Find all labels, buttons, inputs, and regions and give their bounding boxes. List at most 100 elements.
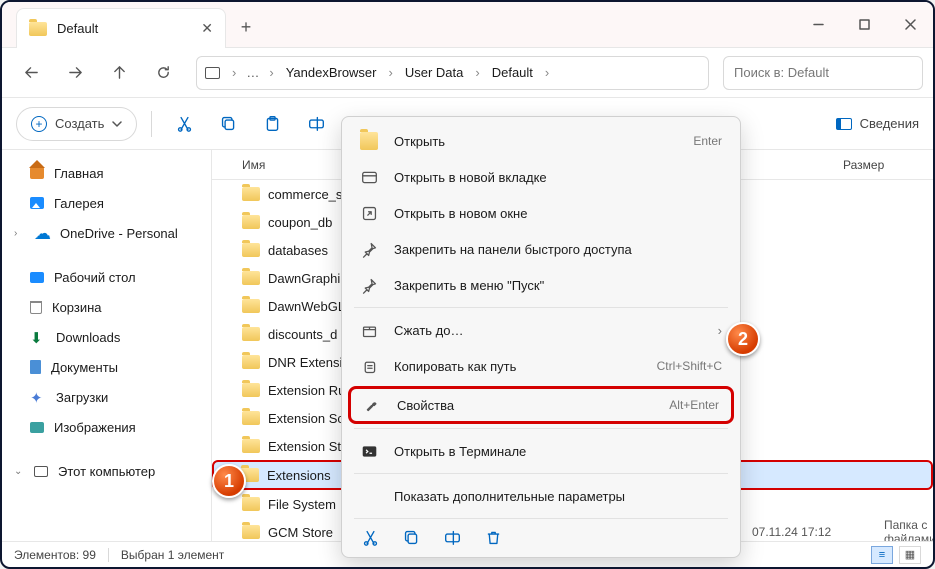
chevron-down-icon: [112, 119, 122, 129]
window-icon: [360, 204, 378, 222]
menu-compress[interactable]: Сжать до… ›: [342, 312, 740, 348]
crumb-userdata[interactable]: User Data: [401, 63, 468, 82]
copy-button[interactable]: [210, 107, 246, 141]
col-size[interactable]: Размер: [843, 158, 933, 172]
folder-icon: [242, 243, 260, 257]
pin-icon: [360, 276, 378, 294]
crumb-default[interactable]: Default: [488, 63, 537, 82]
document-icon: [30, 360, 41, 374]
monitor-icon: [205, 67, 220, 79]
file-date: 07.11.24 17:12: [752, 525, 831, 539]
search-placeholder: Поиск в: Default: [734, 65, 829, 80]
crumb-yandex[interactable]: YandexBrowser: [282, 63, 381, 82]
sidebar-item-desktop[interactable]: Рабочий стол: [6, 262, 207, 292]
menu-properties[interactable]: Свойства Alt+Enter: [348, 386, 734, 424]
folder-icon: [242, 187, 260, 201]
download-icon: ⬇: [30, 329, 46, 345]
file-name: DawnWebGL: [268, 299, 345, 314]
folder-icon: [242, 215, 260, 229]
sidebar-item-home[interactable]: Главная: [6, 158, 207, 188]
folder-icon: [242, 271, 260, 285]
menu-action-row: [342, 523, 740, 551]
sidebar-item-recycle[interactable]: Корзина: [6, 292, 207, 322]
new-tab-button[interactable]: +: [226, 8, 266, 47]
cut-button[interactable]: [166, 107, 202, 141]
close-window-button[interactable]: [887, 2, 933, 47]
view-details-button[interactable]: ≡: [871, 546, 893, 564]
nav-refresh-button[interactable]: [144, 56, 182, 90]
annotation-badge-1: 1: [212, 464, 246, 498]
search-input[interactable]: Поиск в: Default: [723, 56, 923, 90]
copy-path-icon: [360, 357, 378, 375]
file-type: Папка с файлами: [884, 518, 933, 541]
rename-button[interactable]: [298, 107, 334, 141]
maximize-button[interactable]: [841, 2, 887, 47]
sidebar-item-documents[interactable]: Документы: [6, 352, 207, 382]
nav-forward-button[interactable]: [56, 56, 94, 90]
terminal-icon: [360, 442, 378, 460]
folder-icon: [242, 497, 260, 511]
cloud-icon: ☁: [34, 225, 50, 241]
home-icon: [30, 167, 44, 179]
file-name: commerce_s: [268, 187, 342, 202]
cut-icon[interactable]: [362, 529, 379, 549]
file-name: Extension Ru: [268, 383, 345, 398]
menu-show-more[interactable]: Показать дополнительные параметры: [342, 478, 740, 514]
folder-icon: [242, 355, 260, 369]
view-grid-button[interactable]: ▦: [899, 546, 921, 564]
file-name: DNR Extensi: [268, 355, 342, 370]
menu-terminal[interactable]: Открыть в Терминале: [342, 433, 740, 469]
file-name: discounts_d: [268, 327, 337, 342]
create-button[interactable]: + Создать: [16, 107, 137, 141]
address-bar[interactable]: › … › YandexBrowser › User Data › Defaul…: [196, 56, 709, 90]
nav-back-button[interactable]: [12, 56, 50, 90]
file-name: Extensions: [267, 468, 331, 483]
picture-icon: [30, 422, 44, 433]
menu-pin-quick[interactable]: Закрепить на панели быстрого доступа: [342, 231, 740, 267]
context-menu: Открыть Enter Открыть в новой вкладке От…: [341, 116, 741, 558]
empty-icon: [360, 487, 378, 505]
menu-pin-start[interactable]: Закрепить в меню "Пуск": [342, 267, 740, 303]
menu-copy-path[interactable]: Копировать как путь Ctrl+Shift+C: [342, 348, 740, 384]
folder-icon: [242, 411, 260, 425]
file-name: Extension St: [268, 439, 341, 454]
sidebar-item-pictures[interactable]: Изображения: [6, 412, 207, 442]
sidebar-item-loads[interactable]: ✦Загрузки: [6, 382, 207, 412]
sidebar: Главная Галерея ›☁OneDrive - Personal Ра…: [2, 150, 212, 541]
minimize-button[interactable]: [795, 2, 841, 47]
rename-icon[interactable]: [444, 529, 461, 549]
sidebar-item-gallery[interactable]: Галерея: [6, 188, 207, 218]
menu-open-tab[interactable]: Открыть в новой вкладке: [342, 159, 740, 195]
file-name: databases: [268, 243, 328, 258]
sidebar-item-thispc[interactable]: ⌄Этот компьютер: [6, 456, 207, 486]
annotation-badge-2: 2: [726, 322, 760, 356]
tab-title: Default: [57, 21, 98, 36]
folder-icon: [360, 132, 378, 150]
copy-icon[interactable]: [403, 529, 420, 549]
chevron-down-icon[interactable]: ⌄: [14, 466, 24, 477]
tab-close-icon[interactable]: ✕: [201, 20, 213, 37]
file-name: GCM Store: [268, 525, 333, 540]
delete-icon[interactable]: [485, 529, 502, 549]
details-pane-button[interactable]: Сведения: [836, 116, 919, 131]
menu-open-window[interactable]: Открыть в новом окне: [342, 195, 740, 231]
wrench-icon: [363, 396, 381, 414]
sidebar-item-onedrive[interactable]: ›☁OneDrive - Personal: [6, 218, 207, 248]
paste-button[interactable]: [254, 107, 290, 141]
gallery-icon: [30, 197, 44, 209]
desktop-icon: [30, 272, 44, 283]
folder-icon: [242, 383, 260, 397]
file-name: File System: [268, 497, 336, 512]
title-bar: Default ✕ +: [2, 2, 933, 48]
nav-bar: › … › YandexBrowser › User Data › Defaul…: [2, 48, 933, 98]
nav-up-button[interactable]: [100, 56, 138, 90]
sidebar-item-downloads[interactable]: ⬇Downloads: [6, 322, 207, 352]
chevron-right-icon[interactable]: ›: [14, 228, 24, 239]
folder-icon: [242, 299, 260, 313]
menu-open[interactable]: Открыть Enter: [342, 123, 740, 159]
status-count: Элементов: 99: [14, 548, 96, 562]
tab-icon: [360, 168, 378, 186]
folder-icon: [242, 327, 260, 341]
tab[interactable]: Default ✕: [16, 8, 226, 48]
trash-icon: [30, 301, 42, 314]
